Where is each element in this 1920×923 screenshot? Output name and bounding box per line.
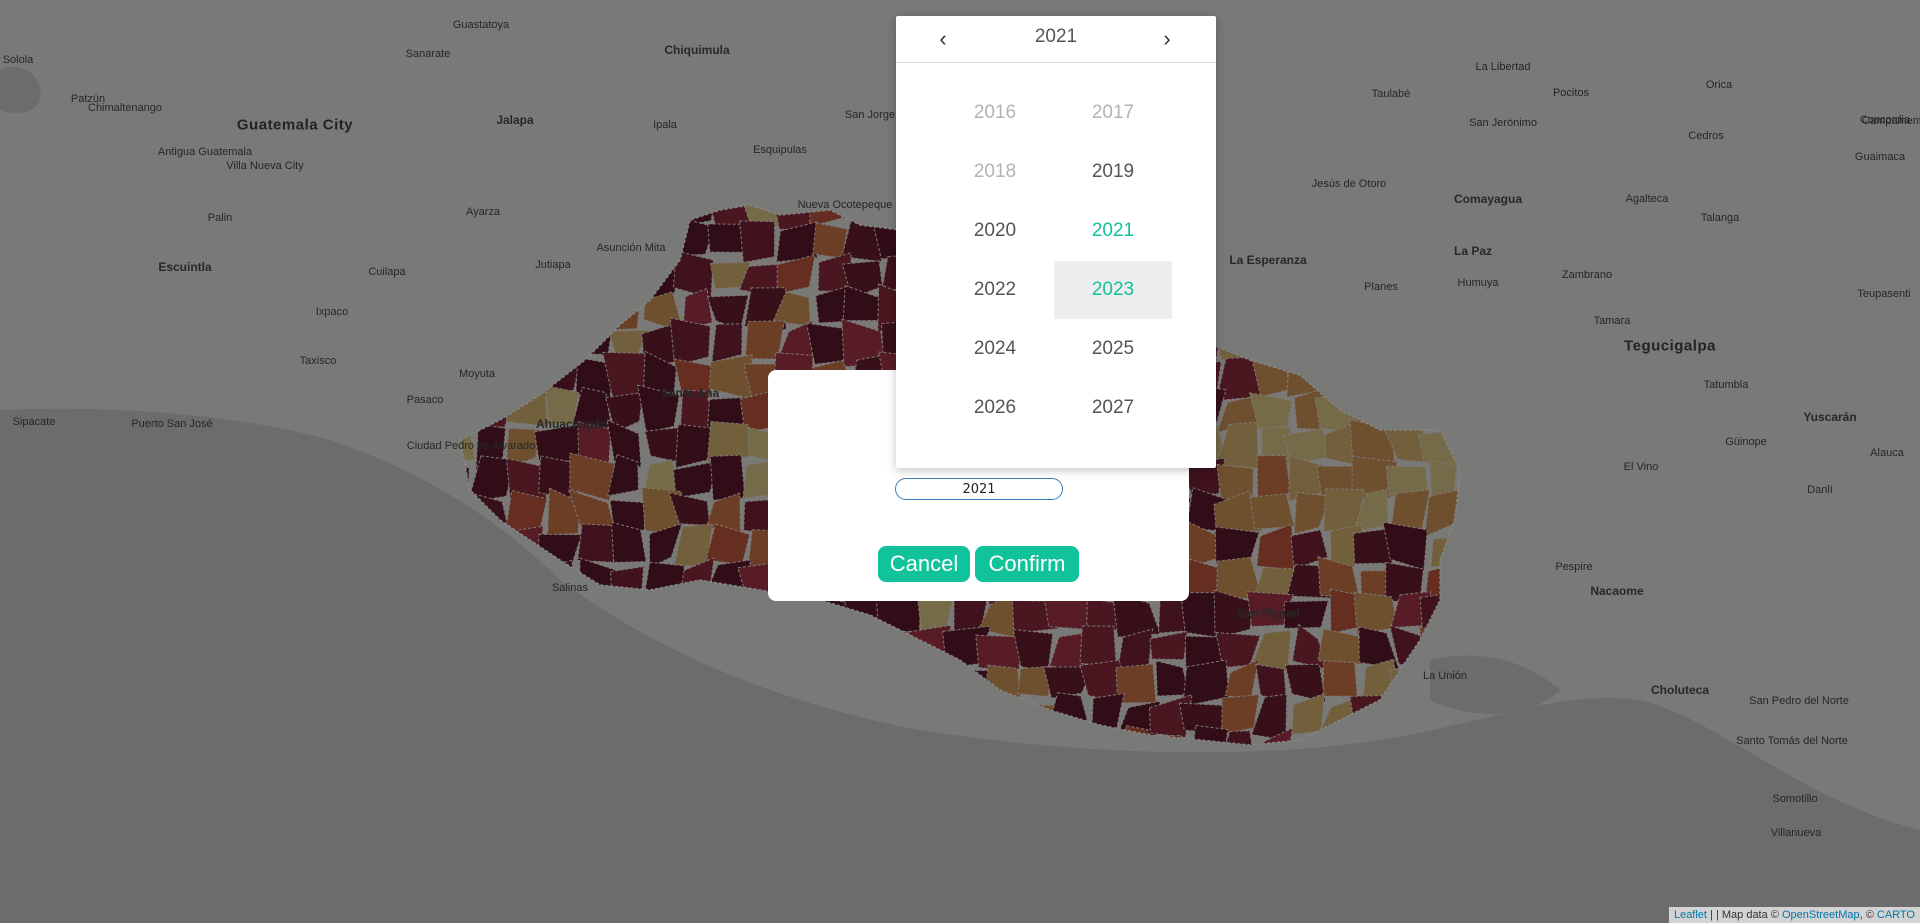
year-option[interactable]: 2021 [1054,202,1172,260]
attribution-text: | | Map data © [1706,909,1782,921]
year-picker: ‹ 2021 › 2016 2017 2018 2019 2020 2021 2022 202… [896,16,1216,468]
year-input[interactable] [895,478,1063,500]
year-picker-header: ‹ 2021 › [896,16,1216,63]
year-option[interactable]: 2017 [1054,84,1172,142]
carto-link[interactable]: CARTO [1877,909,1915,921]
chevron-right-icon[interactable]: › [1152,26,1182,52]
map-attribution: Leaflet | | Map data © OpenStreetMap, © … [1668,907,1920,923]
year-option[interactable]: 2023 [1054,261,1172,319]
leaflet-link[interactable]: Leaflet [1674,909,1707,921]
year-option[interactable]: 2018 [936,143,1054,201]
year-option[interactable]: 2019 [1054,143,1172,201]
cancel-button[interactable]: Cancel [878,546,970,582]
year-option[interactable]: 2024 [936,320,1054,378]
attribution-separator: , © [1859,909,1877,921]
year-option[interactable]: 2016 [936,84,1054,142]
year-option[interactable]: 2026 [936,379,1054,437]
openstreetmap-link[interactable]: OpenStreetMap [1782,909,1860,921]
confirm-button[interactable]: Confirm [975,546,1079,582]
year-option[interactable]: 2027 [1054,379,1172,437]
year-option[interactable]: 2022 [936,261,1054,319]
year-option[interactable]: 2020 [936,202,1054,260]
year-option[interactable]: 2025 [1054,320,1172,378]
